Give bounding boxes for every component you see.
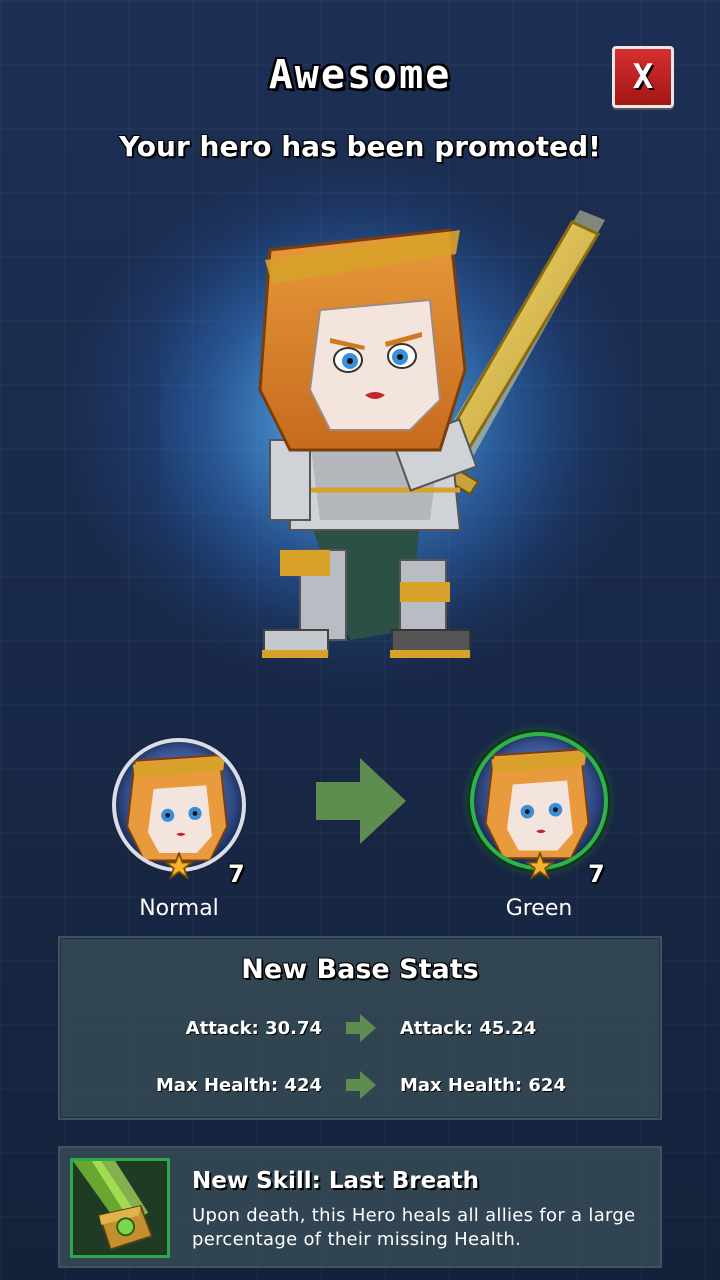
stat-max-health-new: Max Health: 624 (400, 1075, 566, 1096)
hero-face-icon (484, 748, 590, 860)
new-skill-panel: New Skill: Last Breath Upon death, this … (58, 1146, 662, 1268)
skill-icon (70, 1158, 170, 1258)
skill-description: Upon death, this Hero heals all allies f… (192, 1205, 636, 1250)
base-stats-panel: New Base Stats Attack: 30.74 Attack: 45.… (58, 936, 662, 1120)
close-button[interactable]: X (612, 46, 674, 108)
arrow-right-icon (346, 1071, 376, 1099)
stat-max-health-old: Max Health: 424 (156, 1075, 322, 1096)
star-icon (165, 852, 193, 880)
hero-character-image (160, 200, 605, 658)
promotion-message: Your hero has been promoted! (119, 130, 601, 163)
star-icon (526, 852, 554, 880)
rank-label-promoted: Green (505, 896, 573, 921)
hero-level-promoted: 7 (588, 860, 605, 888)
rank-label-current: Normal (139, 896, 219, 921)
arrow-right-icon (316, 758, 406, 844)
stats-title: New Base Stats (241, 954, 479, 985)
last-breath-skill-icon (73, 1161, 167, 1255)
hero-level-current: 7 (228, 860, 245, 888)
skill-title: New Skill: Last Breath (192, 1168, 480, 1194)
close-icon: X (632, 57, 654, 97)
arrow-right-icon (346, 1014, 376, 1042)
hero-portrait-promoted (470, 732, 608, 870)
hero-face-icon (126, 754, 228, 862)
stat-attack-new: Attack: 45.24 (400, 1018, 537, 1039)
stat-attack-old: Attack: 30.74 (185, 1018, 322, 1039)
